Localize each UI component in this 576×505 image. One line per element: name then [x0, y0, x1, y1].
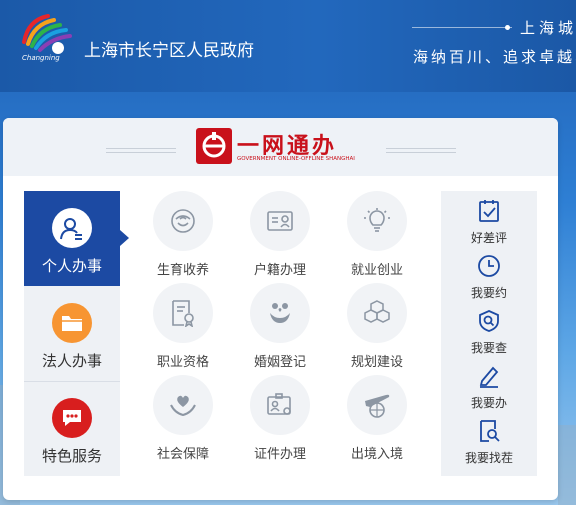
quick-link-report-issue[interactable]: 我要找茬: [441, 419, 537, 474]
clock-icon: [477, 254, 501, 278]
service-marriage-registration[interactable]: 婚姻登记: [232, 283, 328, 373]
slogan-line-1: 上海城: [520, 19, 576, 37]
clipboard-check-icon: [477, 199, 501, 223]
service-label: 规划建设: [350, 355, 403, 370]
quick-link-inquiry[interactable]: 我要查: [441, 309, 537, 364]
changning-logo[interactable]: Changning: [18, 12, 74, 62]
service-label: 职业资格: [156, 355, 209, 370]
nav-featured-label: 特色服务: [41, 447, 102, 465]
service-social-security[interactable]: 社会保障: [135, 375, 231, 465]
heart-hands-icon: [153, 375, 213, 435]
quick-link-label: 我要办: [470, 396, 507, 410]
blocks-icon: [347, 283, 407, 343]
service-employment-entrepreneurship[interactable]: 就业创业: [329, 191, 425, 281]
quick-link-label: 好差评: [470, 231, 507, 245]
active-nav-pointer: [120, 230, 129, 246]
nav-personal-affairs[interactable]: 个人办事: [24, 191, 120, 286]
brand-emblem-icon: [196, 128, 232, 164]
one-network-service-card: 一网通办 GOVERNMENT ONLINE-OFFLINE SHANGHAI …: [3, 118, 558, 500]
nav-legal-label: 法人办事: [41, 352, 102, 370]
banner-line-right: [386, 148, 456, 153]
nav-personal-label: 个人办事: [41, 257, 102, 275]
person-icon: [52, 208, 92, 248]
service-label: 社会保障: [156, 447, 209, 462]
service-household-registration[interactable]: 户籍办理: [232, 191, 328, 281]
service-label: 婚姻登记: [253, 355, 306, 370]
badge-icon: [250, 375, 310, 435]
service-label: 生育收养: [156, 263, 209, 278]
quick-link-label: 我要约: [470, 286, 507, 300]
site-title[interactable]: 上海市长宁区人民政府: [84, 36, 254, 61]
quick-links-column: 好差评 我要约 我要查 我要办 我要找茬: [441, 191, 537, 476]
quick-link-apply[interactable]: 我要办: [441, 364, 537, 419]
banner-line-left: [106, 148, 176, 153]
service-label: 证件办理: [253, 447, 306, 462]
id-card-icon: [250, 191, 310, 251]
quick-link-rating[interactable]: 好差评: [441, 199, 537, 254]
yiwangtongban-brand[interactable]: 一网通办 GOVERNMENT ONLINE-OFFLINE SHANGHAI: [193, 128, 373, 168]
certificate-icon: [153, 283, 213, 343]
site-header: Changning 上海市长宁区人民政府 上海城 海纳百川、追求卓越、: [0, 0, 576, 92]
slogan-divider: [412, 27, 512, 28]
service-birth-adoption[interactable]: 生育收养: [135, 191, 231, 281]
slogan-dot: [505, 25, 510, 30]
service-label: 户籍办理: [253, 263, 306, 278]
doc-search-icon: [477, 419, 501, 443]
nav-legal-person-affairs[interactable]: 法人办事: [24, 286, 120, 381]
folder-icon: [52, 303, 92, 343]
service-professional-qualification[interactable]: 职业资格: [135, 283, 231, 373]
service-label: 就业创业: [350, 263, 403, 278]
pen-icon: [477, 364, 501, 388]
quick-link-appointment[interactable]: 我要约: [441, 254, 537, 309]
quick-link-label: 我要查: [470, 341, 507, 355]
shield-search-icon: [477, 309, 501, 333]
service-exit-entry[interactable]: 出境入境: [329, 375, 425, 465]
quick-link-label: 我要找茬: [464, 451, 513, 465]
lightbulb-icon: [347, 191, 407, 251]
plane-globe-icon: [347, 375, 407, 435]
service-banner: 一网通办 GOVERNMENT ONLINE-OFFLINE SHANGHAI: [3, 118, 558, 176]
nav-featured-services[interactable]: 特色服务: [24, 381, 120, 476]
brand-subtitle: GOVERNMENT ONLINE-OFFLINE SHANGHAI: [237, 156, 355, 162]
slogan-line-2: 海纳百川、追求卓越、: [413, 48, 576, 66]
left-category-nav: 个人办事 法人办事 特色服务: [24, 191, 120, 476]
service-label: 出境入境: [350, 447, 403, 462]
chat-icon: [52, 398, 92, 438]
logo-text: Changning: [22, 54, 60, 62]
baby-icon: [153, 191, 213, 251]
marriage-icon: [250, 283, 310, 343]
service-planning-construction[interactable]: 规划建设: [329, 283, 425, 373]
service-certificate-processing[interactable]: 证件办理: [232, 375, 328, 465]
